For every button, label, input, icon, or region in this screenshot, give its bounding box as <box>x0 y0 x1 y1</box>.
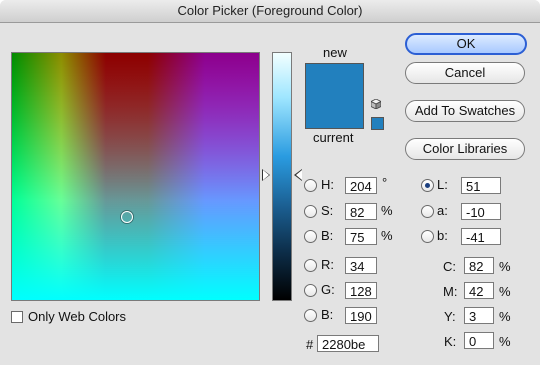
ok-button[interactable]: OK <box>405 33 527 55</box>
c-unit: % <box>499 259 511 274</box>
h-field[interactable]: 204 <box>345 177 377 194</box>
b-field-hsb[interactable]: 75 <box>345 228 377 245</box>
color-field[interactable] <box>11 52 260 301</box>
b-label-lab: b: <box>437 228 448 243</box>
l-label: L: <box>437 177 448 192</box>
only-web-colors-checkbox[interactable] <box>11 311 23 323</box>
l-radio[interactable] <box>421 179 434 192</box>
add-to-swatches-button[interactable]: Add To Swatches <box>405 100 525 122</box>
h-unit: ° <box>382 175 388 190</box>
hex-field[interactable]: 2280be <box>317 335 379 352</box>
color-picker-window: Color Picker (Foreground Color) new curr… <box>0 0 540 365</box>
c-field[interactable]: 82 <box>464 257 494 274</box>
g-label: G: <box>321 282 335 297</box>
y-label: Y: <box>444 309 456 324</box>
color-field-picker-ring[interactable] <box>121 211 133 223</box>
m-unit: % <box>499 284 511 299</box>
color-libraries-button[interactable]: Color Libraries <box>405 138 525 160</box>
cancel-button[interactable]: Cancel <box>405 62 525 84</box>
b-radio-rgb[interactable] <box>304 309 317 322</box>
g-radio[interactable] <box>304 284 317 297</box>
color-field-shade <box>12 53 259 300</box>
slider-right-arrow-fill <box>296 170 302 180</box>
color-preview-swatch <box>305 63 364 129</box>
k-field[interactable]: 0 <box>464 332 494 349</box>
k-unit: % <box>499 334 511 349</box>
current-label: current <box>313 130 354 145</box>
b-label-rgb: B: <box>321 307 334 322</box>
b-radio-lab[interactable] <box>421 230 434 243</box>
s-label: S: <box>321 203 334 218</box>
y-field[interactable]: 3 <box>464 307 494 324</box>
g-field[interactable]: 128 <box>345 282 377 299</box>
slider-left-arrow-fill <box>263 170 269 180</box>
b-label-hsb: B: <box>321 228 334 243</box>
b-unit-hsb: % <box>381 228 393 243</box>
m-field[interactable]: 42 <box>464 282 494 299</box>
s-radio[interactable] <box>304 205 317 218</box>
hex-label: # <box>306 337 314 352</box>
color-slider[interactable] <box>272 52 292 301</box>
b-field-lab[interactable]: -41 <box>461 228 501 245</box>
b-radio-hsb[interactable] <box>304 230 317 243</box>
only-web-colors-label: Only Web Colors <box>28 309 127 324</box>
title-bar: Color Picker (Foreground Color) <box>0 0 540 23</box>
y-unit: % <box>499 309 511 324</box>
s-unit: % <box>381 203 393 218</box>
h-radio[interactable] <box>304 179 317 192</box>
s-field[interactable]: 82 <box>345 203 377 220</box>
r-field[interactable]: 34 <box>345 257 377 274</box>
l-field[interactable]: 51 <box>461 177 501 194</box>
a-field[interactable]: -10 <box>461 203 501 220</box>
new-color-swatch <box>306 64 363 96</box>
a-label: a: <box>437 203 448 218</box>
r-label: R: <box>321 257 334 272</box>
h-label: H: <box>321 177 334 192</box>
c-label: C: <box>443 259 456 274</box>
b-field-rgb[interactable]: 190 <box>345 307 377 324</box>
a-radio[interactable] <box>421 205 434 218</box>
current-color-swatch[interactable] <box>306 96 363 128</box>
web-safe-color-swatch[interactable] <box>371 117 384 130</box>
r-radio[interactable] <box>304 259 317 272</box>
k-label: K: <box>444 334 457 349</box>
cube-icon[interactable] <box>371 99 381 109</box>
new-label: new <box>323 45 347 60</box>
m-label: M: <box>443 284 458 299</box>
